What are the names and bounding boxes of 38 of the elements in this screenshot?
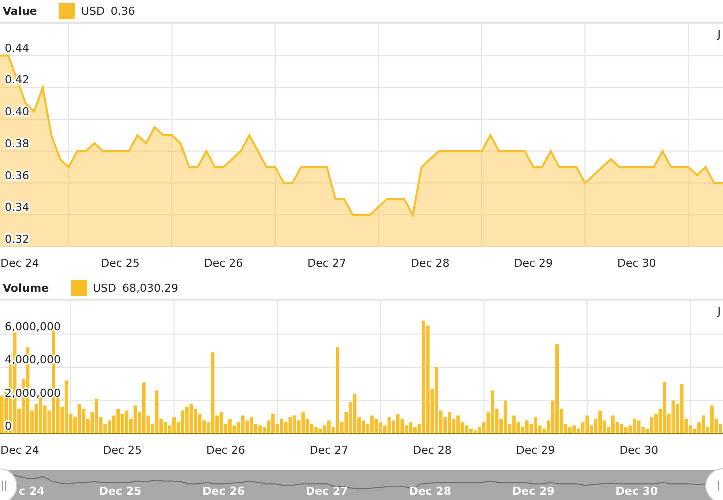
right-handle[interactable]: [706, 468, 723, 500]
axis-label: Dec 25: [103, 444, 142, 457]
left-handle[interactable]: [0, 468, 18, 500]
legend-label: USD: [93, 282, 117, 294]
legend-value: 68,030.29: [122, 282, 178, 294]
navigator-label: Dec 26: [202, 485, 245, 498]
axis-label: Dec 30: [618, 257, 656, 270]
axis-label: Dec 30: [620, 444, 658, 457]
navigator-label: c 24: [19, 485, 45, 498]
legend-label: USD: [81, 4, 105, 18]
axis-label: 0.38: [5, 137, 30, 150]
axis-label: 6,000,000: [5, 320, 61, 334]
axis-label: 0.36: [5, 169, 30, 182]
axis-label: J: [718, 305, 721, 318]
navigator-label: Dec 30: [616, 485, 658, 498]
axis-label: Dec 27: [310, 444, 349, 457]
axis-label: J: [718, 28, 721, 41]
navigator-label: Dec 25: [99, 485, 142, 498]
axis-label: Dec 24: [0, 257, 40, 270]
axis-label: Dec 24: [0, 444, 40, 457]
axis-label: Dec 27: [308, 257, 346, 270]
navigator-label: Dec 28: [409, 485, 452, 498]
axis-label: Dec 28: [410, 257, 450, 270]
navigator-label: Dec 27: [306, 485, 348, 498]
axis-label: 0.32: [5, 233, 30, 246]
legend-value: 0.36: [110, 4, 136, 18]
axis-label: Dec 26: [206, 444, 246, 457]
axis-label: 0.44: [5, 42, 30, 55]
axis-label: Dec 29: [514, 257, 554, 270]
axis-label: 0.34: [5, 201, 30, 214]
axis-label: 0.40: [5, 106, 30, 119]
chart-title: Volume: [3, 282, 49, 294]
navigator-label: Dec 29: [512, 485, 555, 498]
axis-label: Dec 28: [413, 444, 452, 457]
axis-label: Dec 29: [516, 444, 556, 457]
axis-label: Dec 25: [101, 257, 140, 270]
axis-label: Dec 26: [204, 257, 244, 270]
chart-title: Value: [3, 4, 38, 18]
